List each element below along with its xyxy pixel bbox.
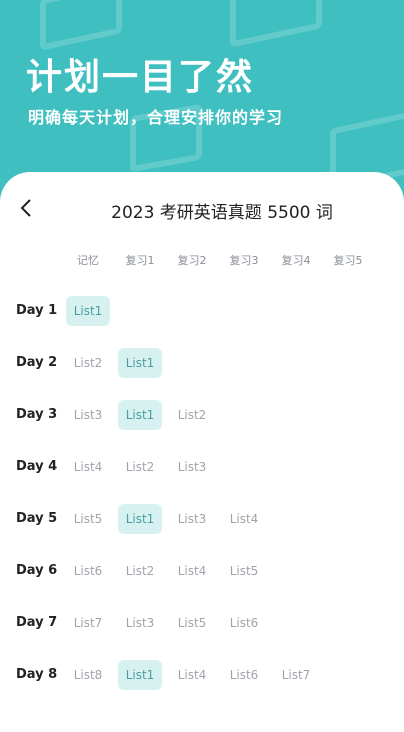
list-cell[interactable]: List6	[222, 608, 266, 638]
day-label: Day 6	[16, 563, 58, 578]
column-header: 复习5	[333, 254, 363, 267]
list-cell[interactable]: List5	[170, 608, 214, 638]
card-header: 2023 考研英语真题 5500 词	[0, 172, 404, 242]
list-cell[interactable]: List5	[66, 504, 110, 534]
hero-subtitle: 明确每天计划，合理安排你的学习	[28, 108, 284, 127]
column-header: 复习1	[125, 254, 155, 267]
column-header: 记忆	[77, 254, 99, 267]
day-label: Day 1	[16, 303, 58, 318]
column-header: 复习3	[229, 254, 259, 267]
list-cell[interactable]: List6	[66, 556, 110, 586]
list-cell[interactable]: List1	[118, 400, 162, 430]
list-cell[interactable]: List2	[66, 348, 110, 378]
day-label: Day 5	[16, 511, 58, 526]
page-title: 2023 考研英语真题 5500 词	[111, 203, 333, 223]
list-cell[interactable]: List4	[66, 452, 110, 482]
list-cell[interactable]: List4	[170, 660, 214, 690]
back-button[interactable]	[12, 194, 40, 222]
list-cell[interactable]: List2	[170, 400, 214, 430]
day-label: Day 7	[16, 615, 58, 630]
list-cell[interactable]: List2	[118, 452, 162, 482]
background-decoration	[40, 0, 122, 51]
chevron-left-icon	[20, 199, 31, 217]
list-cell[interactable]: List5	[222, 556, 266, 586]
day-label: Day 2	[16, 355, 58, 370]
column-header: 复习2	[177, 254, 207, 267]
list-cell[interactable]: List4	[170, 556, 214, 586]
plan-card: 2023 考研英语真题 5500 词 记忆 复习1 复习2 复习3 复习4 复习5 Day …	[0, 172, 404, 732]
list-cell[interactable]: List3	[170, 504, 214, 534]
day-label: Day 4	[16, 459, 58, 474]
list-cell[interactable]: List1	[118, 348, 162, 378]
list-cell[interactable]: List3	[118, 608, 162, 638]
list-cell[interactable]: List8	[66, 660, 110, 690]
list-cell[interactable]: List2	[118, 556, 162, 586]
list-cell[interactable]: List3	[66, 400, 110, 430]
background-decoration	[230, 0, 322, 48]
list-cell[interactable]: List1	[66, 296, 110, 326]
hero-title: 计划一目了然	[26, 57, 255, 98]
list-cell[interactable]: List4	[222, 504, 266, 534]
list-cell[interactable]: List1	[118, 660, 162, 690]
list-cell[interactable]: List7	[66, 608, 110, 638]
column-header: 复习4	[281, 254, 311, 267]
day-label: Day 8	[16, 667, 58, 682]
list-cell[interactable]: List7	[274, 660, 318, 690]
list-cell[interactable]: List6	[222, 660, 266, 690]
day-label: Day 3	[16, 407, 58, 422]
list-cell[interactable]: List1	[118, 504, 162, 534]
list-cell[interactable]: List3	[170, 452, 214, 482]
